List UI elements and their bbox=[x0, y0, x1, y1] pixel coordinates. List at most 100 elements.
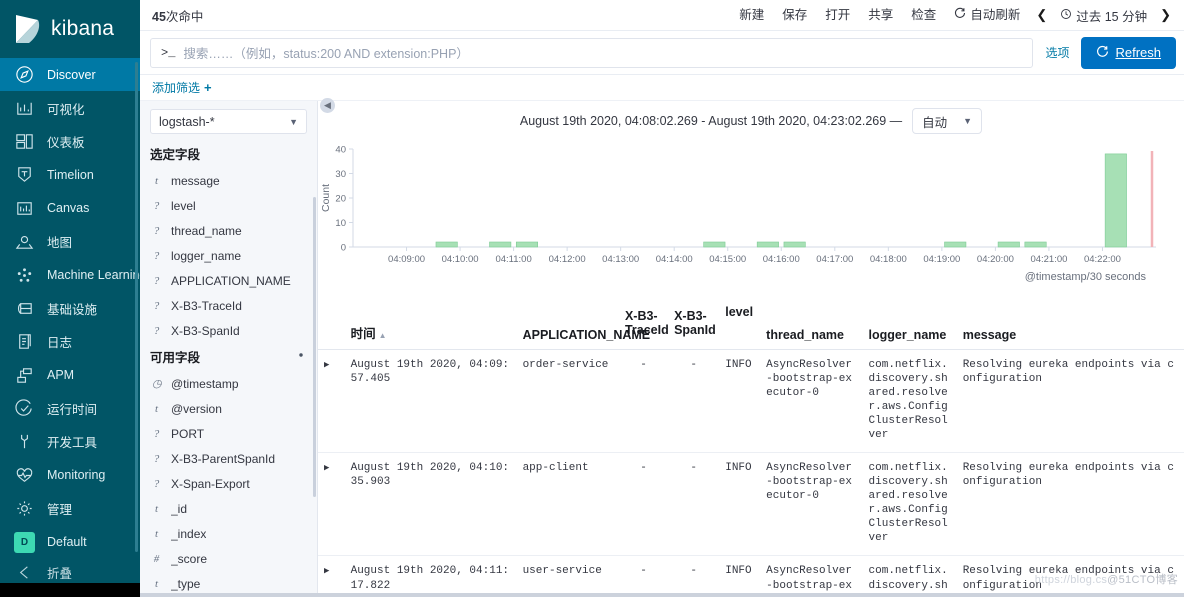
search-placeholder: 搜索……（例如，status:200 AND extension:PHP） bbox=[183, 47, 469, 61]
th-x-b3-spanid[interactable]: X-B3-SpanId bbox=[668, 297, 720, 350]
cell-message: Resolving eureka endpoints via configura… bbox=[956, 349, 1184, 453]
field-item-application-name[interactable]: ? APPLICATION_NAME bbox=[140, 268, 317, 293]
field-item-timestamp[interactable]: ◷ @timestamp bbox=[140, 371, 317, 396]
add-filter-button[interactable]: 添加筛选 + bbox=[152, 79, 212, 96]
bottom-scrollbar[interactable] bbox=[140, 593, 1184, 597]
field-item-x-b3-spanid[interactable]: ? X-B3-SpanId bbox=[140, 318, 317, 343]
sidebar-item-label: Monitoring bbox=[47, 468, 106, 483]
sidebar-item-apm[interactable]: APM bbox=[0, 359, 140, 392]
svg-text:04:11:00: 04:11:00 bbox=[495, 254, 531, 265]
svg-text:Count: Count bbox=[320, 184, 332, 212]
svg-text:04:17:00: 04:17:00 bbox=[816, 254, 853, 265]
sidebar-item-canvas[interactable]: Canvas bbox=[0, 192, 140, 225]
cell-trace-id: - bbox=[618, 555, 669, 597]
row-expander-button[interactable]: ▶ bbox=[318, 452, 345, 557]
caret-right-icon: ▶ bbox=[324, 359, 330, 370]
field-item-logger-name[interactable]: ? logger_name bbox=[140, 243, 317, 268]
sidebar-item-logs[interactable]: 日志 bbox=[0, 325, 140, 358]
sidebar-bottom-strip bbox=[0, 583, 140, 597]
kibana-logo-icon bbox=[14, 14, 42, 44]
field-item-level[interactable]: ? level bbox=[140, 193, 317, 218]
field-item-id[interactable]: t _id bbox=[140, 496, 317, 521]
svg-text:04:20:00: 04:20:00 bbox=[977, 254, 1014, 265]
sidebar-item-dev-tools[interactable]: 开发工具 bbox=[0, 425, 140, 458]
save-button[interactable]: 保存 bbox=[773, 0, 816, 31]
inspect-button[interactable]: 检查 bbox=[902, 0, 945, 31]
chevron-right-icon[interactable]: ❯ bbox=[1153, 7, 1178, 23]
timelion-icon bbox=[14, 164, 35, 185]
sidebar-item-monitoring[interactable]: Monitoring bbox=[0, 459, 140, 492]
query-options-button[interactable]: 选项 bbox=[1033, 44, 1081, 61]
refresh-button[interactable]: Refresh bbox=[1081, 36, 1176, 69]
share-button[interactable]: 共享 bbox=[859, 0, 902, 31]
th-application-name[interactable]: APPLICATION_NAME bbox=[516, 297, 650, 350]
sidebar-item-infrastructure[interactable]: 基础设施 bbox=[0, 292, 140, 325]
row-expander-button[interactable]: ▶ bbox=[318, 555, 345, 597]
hits-count-label: 45次命中 bbox=[152, 6, 203, 25]
field-name: @timestamp bbox=[171, 376, 239, 391]
search-input[interactable]: >_ 搜索……（例如，status:200 AND extension:PHP） bbox=[150, 37, 1034, 68]
field-item-x-b3-parentspanid[interactable]: ? X-B3-ParentSpanId bbox=[140, 446, 317, 471]
sidebar-item-discover[interactable]: Discover bbox=[0, 58, 140, 92]
svg-text:04:16:00: 04:16:00 bbox=[763, 254, 800, 265]
kibana-home-link[interactable]: kibana bbox=[0, 0, 140, 58]
svg-text:04:13:00: 04:13:00 bbox=[602, 254, 639, 265]
th-logger-name[interactable]: logger_name bbox=[862, 297, 957, 350]
dev-tools-wrench-icon bbox=[14, 431, 35, 452]
th-level[interactable]: level bbox=[719, 297, 761, 350]
kibana-app: kibana Discover 可视化 仪表板 Timelion Canvas … bbox=[0, 0, 1184, 597]
time-picker-button[interactable]: 过去 15 分钟 bbox=[1054, 6, 1153, 25]
field-item-thread-name[interactable]: ? thread_name bbox=[140, 218, 317, 243]
th-time[interactable]: 时间 ▲ bbox=[344, 297, 517, 350]
field-item-score[interactable]: # _score bbox=[140, 546, 317, 571]
new-button[interactable]: 新建 bbox=[730, 0, 773, 31]
table-row[interactable]: ▶ August 19th 2020, 04:09:57.405 order-s… bbox=[318, 349, 1184, 453]
field-type-icon: ◷ bbox=[152, 378, 162, 390]
field-item-index[interactable]: t _index bbox=[140, 521, 317, 546]
sidebar-item-space-default[interactable]: D Default bbox=[0, 525, 140, 558]
field-type-icon: ? bbox=[153, 299, 160, 312]
field-list-scrollbar[interactable] bbox=[313, 197, 316, 497]
sidebar-item-visualize[interactable]: 可视化 bbox=[0, 91, 140, 124]
field-item-message[interactable]: t message bbox=[140, 168, 317, 193]
auto-refresh-button[interactable]: 自动刷新 bbox=[945, 0, 1029, 31]
field-name: _id bbox=[171, 501, 188, 516]
field-item-version[interactable]: t @version bbox=[140, 396, 317, 421]
sidebar-item-label: APM bbox=[47, 368, 75, 383]
sidebar-item-machine-learning[interactable]: Machine Learning bbox=[0, 258, 140, 291]
field-name: X-B3-SpanId bbox=[171, 323, 240, 338]
nav-list: Discover 可视化 仪表板 Timelion Canvas 地图 Mach… bbox=[0, 58, 140, 559]
documents-table-wrap[interactable]: 时间 ▲ APPLICATION_NAME X-B3-TraceId X-B3-S… bbox=[318, 297, 1184, 597]
interval-select[interactable]: 自动 ▼ bbox=[912, 108, 983, 134]
field-item-port[interactable]: ? PORT bbox=[140, 421, 317, 446]
sidebar-item-timelion[interactable]: Timelion bbox=[0, 158, 140, 191]
histogram-chart[interactable]: 0 10 20 30 40 Count 04:09:00 04:10:00 04:11:00 04… bbox=[318, 139, 1184, 279]
row-expander-button[interactable]: ▶ bbox=[318, 349, 345, 453]
sidebar-item-uptime[interactable]: 运行时间 bbox=[0, 392, 140, 425]
sidebar-item-label: 管理 bbox=[47, 503, 73, 518]
sidebar-item-management[interactable]: 管理 bbox=[0, 492, 140, 525]
th-thread-name[interactable]: thread_name bbox=[760, 297, 863, 350]
filter-bar: 添加筛选 + bbox=[140, 75, 1184, 101]
sort-caret-icon[interactable]: ▲ bbox=[379, 331, 387, 340]
dashboard-icon bbox=[14, 131, 35, 152]
discover-content: August 19th 2020, 04:08:02.269 - August … bbox=[318, 101, 1184, 597]
table-row[interactable]: ▶ August 19th 2020, 04:10:35.903 app-cli… bbox=[318, 452, 1184, 557]
interval-value: 自动 bbox=[922, 115, 948, 130]
cell-trace-id: - bbox=[618, 452, 669, 557]
field-type-icon: ? bbox=[153, 249, 160, 262]
sidebar-scrollbar[interactable] bbox=[135, 62, 138, 552]
table-row[interactable]: ▶ August 19th 2020, 04:11:17.822 user-se… bbox=[318, 555, 1184, 597]
index-pattern-select[interactable]: logstash-* ▼ bbox=[150, 109, 307, 134]
th-message[interactable]: message bbox=[956, 297, 1184, 350]
sidebar-item-label: 基础设施 bbox=[47, 302, 98, 317]
gear-icon[interactable] bbox=[295, 349, 307, 364]
chevron-left-icon[interactable]: ❮ bbox=[1029, 7, 1054, 23]
open-button[interactable]: 打开 bbox=[816, 0, 859, 31]
field-item-x-span-export[interactable]: ? X-Span-Export bbox=[140, 471, 317, 496]
sidebar-item-dashboard[interactable]: 仪表板 bbox=[0, 125, 140, 158]
field-type-icon: ? bbox=[153, 224, 160, 237]
sidebar-item-maps[interactable]: 地图 bbox=[0, 225, 140, 258]
chevron-left-circle-icon[interactable]: ◀ bbox=[320, 98, 335, 113]
field-item-x-b3-traceid[interactable]: ? X-B3-TraceId bbox=[140, 293, 317, 318]
